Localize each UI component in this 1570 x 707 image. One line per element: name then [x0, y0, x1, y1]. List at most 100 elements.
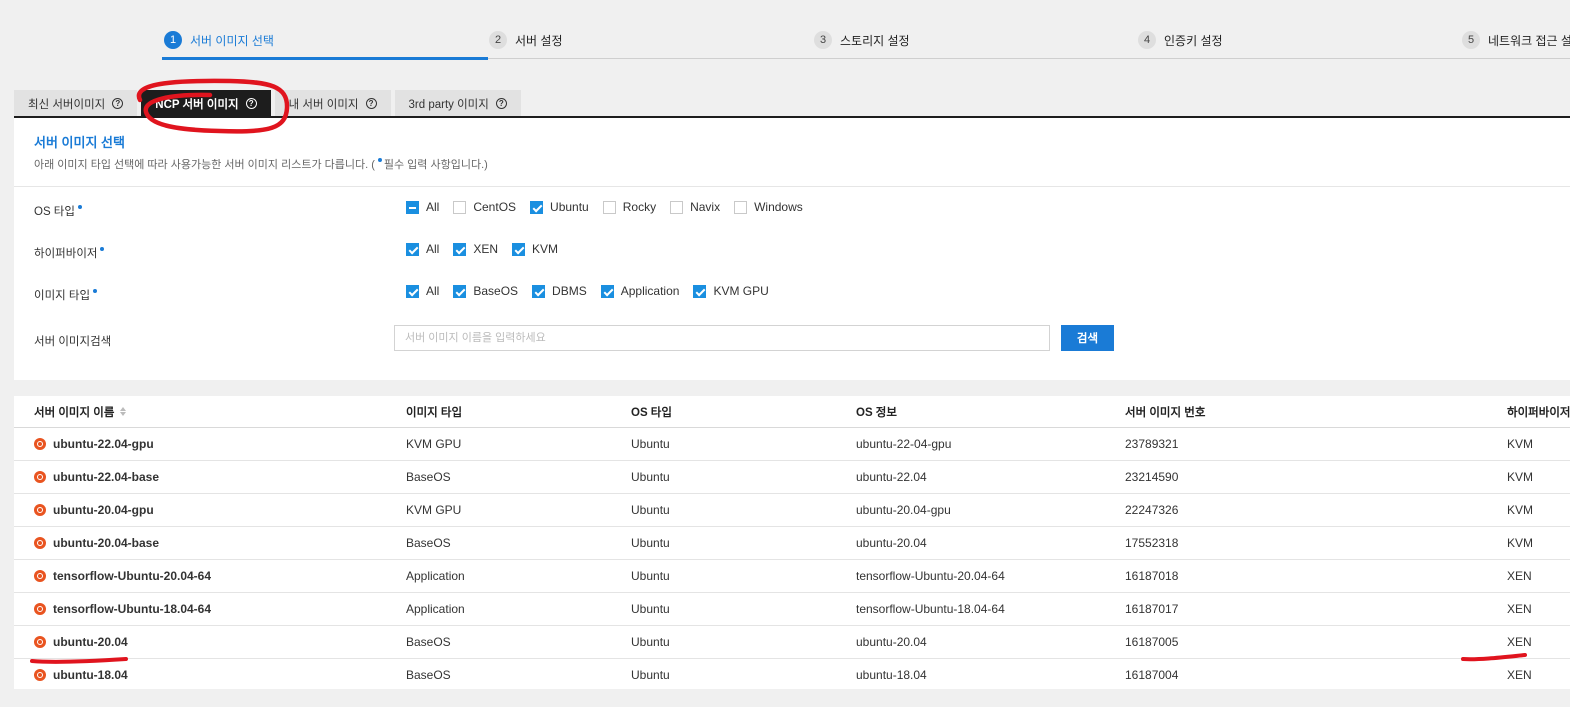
checkbox-checked-icon[interactable] [512, 242, 526, 256]
table-row[interactable]: tensorflow-Ubuntu-20.04-64 Application U… [14, 559, 1570, 593]
checkbox-os-rocky[interactable]: Rocky [602, 200, 656, 214]
panel-divider [14, 186, 1570, 187]
checkbox-os-windows[interactable]: Windows [734, 200, 803, 214]
checkbox-checked-icon[interactable] [453, 242, 467, 256]
os-type: Ubuntu [631, 568, 670, 583]
wizard-steps: 1 서버 이미지 선택 2 서버 설정 3 스토리지 설정 4 인증키 설정 5… [0, 0, 1570, 60]
tab-my-images[interactable]: 내 서버 이미지 ? [274, 90, 391, 117]
checkbox-type-kvm-gpu[interactable]: KVM GPU [693, 284, 769, 298]
checkbox-hv-all[interactable]: All [406, 242, 439, 256]
step-storage-settings[interactable]: 3 스토리지 설정 [814, 31, 910, 49]
search-button[interactable]: 검색 [1061, 325, 1114, 351]
checkbox-checked-icon[interactable] [453, 284, 467, 298]
desc-text: 아래 이미지 타입 선택에 따라 사용가능한 서버 이미지 리스트가 다릅니다.… [34, 159, 375, 171]
checkbox-type-dbms[interactable]: DBMS [532, 284, 587, 298]
help-icon[interactable]: ? [495, 98, 507, 109]
step-network-access[interactable]: 5 네트워크 접근 설정 [1462, 31, 1570, 49]
step-server-image[interactable]: 1 서버 이미지 선택 [164, 31, 274, 49]
search-input[interactable] [394, 325, 1050, 351]
step-auth-key[interactable]: 4 인증키 설정 [1138, 31, 1223, 49]
help-icon[interactable]: ? [112, 98, 124, 109]
step-server-settings[interactable]: 2 서버 설정 [489, 31, 563, 49]
image-name: ubuntu-20.04-gpu [53, 502, 154, 517]
step-label: 스토리지 설정 [840, 33, 910, 48]
option-label: All [426, 242, 440, 256]
checkbox-checked-icon[interactable] [406, 284, 419, 298]
hypervisor: KVM [1507, 436, 1534, 451]
image-type: BaseOS [406, 535, 451, 550]
checkbox-partial-icon[interactable] [406, 200, 419, 214]
checkbox-hv-kvm[interactable]: KVM [512, 242, 558, 256]
ubuntu-icon [34, 437, 46, 450]
image-number: 16187004 [1125, 667, 1179, 682]
checkbox-checked-icon[interactable] [600, 284, 614, 298]
option-label: All [426, 200, 440, 214]
ubuntu-icon [34, 503, 46, 516]
filter-label: 서버 이미지검색 [34, 336, 112, 348]
table-row[interactable]: ubuntu-18.04 BaseOS Ubuntu ubuntu-18.04 … [14, 658, 1570, 691]
checkbox-type-all[interactable]: All [406, 284, 439, 298]
checkbox-empty-icon[interactable] [602, 200, 616, 214]
filter-image-type: 이미지 타입 All BaseOS DBMS Application KVM G… [34, 284, 1564, 304]
step-number: 3 [814, 31, 832, 49]
os-type: Ubuntu [631, 667, 670, 682]
image-type: BaseOS [406, 469, 451, 484]
checkbox-hv-xen[interactable]: XEN [453, 242, 498, 256]
image-type: BaseOS [406, 634, 451, 649]
checkbox-empty-icon[interactable] [453, 200, 467, 214]
tab-ncp-images[interactable]: NCP 서버 이미지 ? [141, 90, 271, 117]
checkbox-type-baseos[interactable]: BaseOS [453, 284, 518, 298]
checkbox-os-navix[interactable]: Navix [670, 200, 720, 214]
image-type: KVM GPU [406, 502, 462, 517]
ubuntu-icon [34, 602, 46, 615]
table-row[interactable]: ubuntu-22.04-base BaseOS Ubuntu ubuntu-2… [14, 460, 1570, 494]
required-dot-icon [377, 158, 382, 162]
step-number: 1 [164, 31, 182, 49]
option-label: KVM GPU [713, 284, 769, 298]
table-row[interactable]: ubuntu-20.04-base BaseOS Ubuntu ubuntu-2… [14, 526, 1570, 560]
checkbox-os-all[interactable]: All [406, 200, 439, 214]
ubuntu-icon [34, 569, 46, 582]
table-row[interactable]: ubuntu-20.04 BaseOS Ubuntu ubuntu-20.04 … [14, 625, 1570, 659]
tab-3rd-party-images[interactable]: 3rd party 이미지 ? [394, 90, 521, 117]
header-image-name[interactable]: 서버 이미지 이름 [34, 396, 127, 427]
tab-label: 3rd party 이미지 [408, 98, 489, 111]
checkbox-empty-icon[interactable] [670, 200, 684, 214]
option-label: Navix [690, 200, 721, 214]
help-icon[interactable]: ? [365, 98, 377, 109]
option-label: Windows [754, 200, 803, 214]
checkbox-empty-icon[interactable] [734, 200, 748, 214]
checkbox-os-ubuntu[interactable]: Ubuntu [530, 200, 589, 214]
checkbox-os-centos[interactable]: CentOS [453, 200, 516, 214]
table-row[interactable]: ubuntu-22.04-gpu KVM GPU Ubuntu ubuntu-2… [14, 427, 1570, 461]
sort-icon[interactable] [120, 407, 127, 416]
panel-description: 아래 이미지 타입 선택에 따라 사용가능한 서버 이미지 리스트가 다릅니다.… [34, 156, 488, 172]
table-row[interactable]: tensorflow-Ubuntu-18.04-64 Application U… [14, 592, 1570, 626]
hypervisor: XEN [1507, 634, 1532, 649]
table-header: 서버 이미지 이름 이미지 타입 OS 타입 OS 정보 서버 이미지 번호 하… [14, 396, 1570, 428]
server-image-table: 서버 이미지 이름 이미지 타입 OS 타입 OS 정보 서버 이미지 번호 하… [14, 396, 1570, 689]
tab-latest-images[interactable]: 최신 서버이미지 ? [14, 90, 138, 117]
hypervisor: XEN [1507, 667, 1532, 682]
header-os-info: OS 정보 [856, 406, 897, 419]
filter-panel: 서버 이미지 선택 아래 이미지 타입 선택에 따라 사용가능한 서버 이미지 … [14, 118, 1570, 380]
image-source-tabs: 최신 서버이미지 ? NCP 서버 이미지 ? 내 서버 이미지 ? 3rd p… [14, 90, 521, 117]
os-info: ubuntu-22-04-gpu [856, 436, 952, 451]
hypervisor: KVM [1507, 502, 1534, 517]
option-label: BaseOS [473, 284, 519, 298]
checkbox-checked-icon[interactable] [532, 284, 546, 298]
hypervisor: KVM [1507, 535, 1534, 550]
checkbox-checked-icon[interactable] [530, 200, 544, 214]
header-os-type: OS 타입 [631, 406, 672, 419]
checkbox-checked-icon[interactable] [406, 242, 419, 256]
help-icon[interactable]: ? [245, 98, 257, 109]
ubuntu-icon [34, 635, 46, 648]
hypervisor: XEN [1507, 601, 1532, 616]
image-type: Application [406, 568, 465, 583]
image-number: 16187005 [1125, 634, 1179, 649]
required-dot-icon [100, 247, 105, 251]
checkbox-checked-icon[interactable] [693, 284, 707, 298]
tab-label: NCP 서버 이미지 [155, 98, 239, 111]
table-row[interactable]: ubuntu-20.04-gpu KVM GPU Ubuntu ubuntu-2… [14, 493, 1570, 527]
checkbox-type-application[interactable]: Application [600, 284, 679, 298]
